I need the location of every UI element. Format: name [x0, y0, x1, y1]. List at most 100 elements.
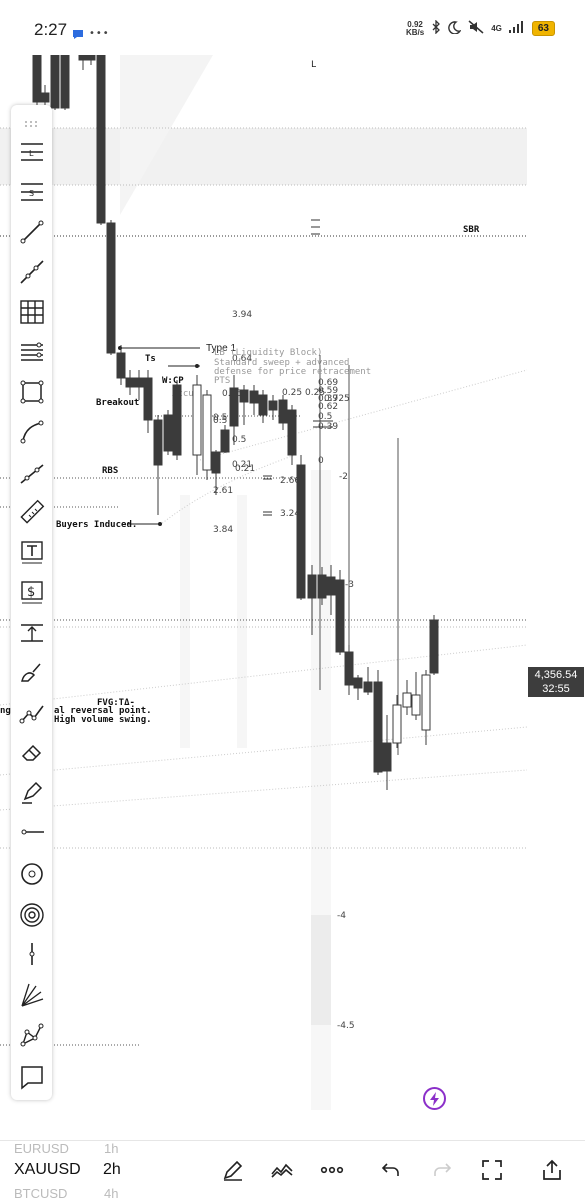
fullscreen-button[interactable] [477, 1155, 507, 1185]
ts-label: Ts [145, 354, 156, 364]
circle-tool[interactable] [15, 857, 48, 890]
svg-text:0.21: 0.21 [235, 464, 255, 474]
high-volume-label: High volume swing. [54, 714, 152, 725]
chart-svg[interactable]: 0.69 0.59 0.39 0.725 0.62 0.5 0.39 0 3.9… [0, 55, 585, 1140]
status-bar: 2:27 ••• 0.92 KB/s 4G 63 [0, 0, 585, 62]
redo-button[interactable] [427, 1155, 457, 1185]
current-price-tag: 4,356.54 32:55 [528, 667, 584, 697]
candle [402, 692, 412, 708]
rbs-label: RBS [102, 466, 118, 476]
trend-line-1 [0, 726, 528, 776]
brush-tool[interactable] [15, 655, 48, 688]
long-position-tool[interactable] [15, 615, 48, 648]
flash-button[interactable] [423, 1087, 446, 1110]
fib-fan-tool[interactable] [15, 978, 48, 1011]
trend-line-2 [0, 769, 528, 811]
candle [211, 451, 221, 474]
undo-button[interactable] [376, 1155, 406, 1185]
bar-countdown: 32:55 [542, 683, 570, 695]
buyers-label: Buyers Induced. [56, 520, 137, 530]
more-button[interactable] [317, 1155, 347, 1185]
breakout-label: Breakout [96, 398, 139, 408]
candle [202, 394, 212, 471]
candle [278, 399, 288, 424]
candle [78, 55, 88, 61]
parallel-channel-tool[interactable] [15, 335, 48, 368]
next-timeframe[interactable]: 4h [104, 1186, 118, 1200]
candle [353, 677, 363, 689]
trend-line-tool[interactable] [15, 215, 48, 248]
indicators-icon [271, 1163, 293, 1178]
prev-symbol[interactable]: EURUSD [14, 1141, 69, 1156]
svg-text:-3: -3 [345, 580, 354, 590]
indicators-button[interactable] [267, 1155, 297, 1185]
next-symbol[interactable]: BTCUSD [14, 1186, 67, 1200]
bluetooth-icon [431, 19, 441, 37]
battery-icon: 63 [531, 21, 555, 36]
eraser-icon [21, 744, 41, 761]
spiral-tool[interactable] [15, 898, 48, 931]
svg-text:3.94: 3.94 [232, 310, 252, 320]
polyline-icon [19, 705, 44, 723]
candle [268, 400, 278, 411]
undo-icon [381, 1163, 399, 1176]
highlighter-tool[interactable] [15, 775, 48, 808]
svg-text:0.25: 0.25 [282, 388, 302, 398]
comment-tool[interactable] [15, 1060, 48, 1093]
candle [172, 384, 182, 456]
drag-handle-icon[interactable] [24, 113, 39, 127]
prev-timeframe[interactable]: 1h [104, 1141, 118, 1156]
svg-text:0.5: 0.5 [213, 413, 227, 423]
status-time: 2:27 [34, 20, 68, 39]
liquidity-block-label: LB (Liquidity Block) [214, 348, 322, 358]
svg-text:0.62: 0.62 [318, 402, 338, 412]
highlighter-icon [21, 781, 42, 804]
grid-tool[interactable] [15, 295, 48, 328]
long-position-icon [20, 623, 43, 642]
eraser-tool[interactable] [15, 735, 48, 768]
svg-text:S: S [29, 189, 34, 198]
chat-icon [72, 25, 84, 44]
candle [335, 579, 345, 653]
candle [326, 576, 336, 596]
horizontal-line-l-tool[interactable]: L [15, 135, 48, 168]
pen-button[interactable] [218, 1155, 248, 1185]
candle [239, 389, 249, 403]
symbol-selector[interactable]: XAUUSD [14, 1161, 81, 1179]
curve-tool[interactable] [15, 415, 48, 448]
horizontal-line-l-icon: L [20, 142, 43, 161]
pts-label: PTS [214, 376, 230, 386]
mute-icon [468, 20, 484, 37]
chart-canvas[interactable]: 0.69 0.59 0.39 0.725 0.62 0.5 0.39 0 3.9… [0, 55, 585, 1140]
brush-icon [20, 663, 41, 682]
timeframe-selector[interactable]: 2h [103, 1161, 121, 1179]
polyline-tool[interactable] [15, 695, 48, 728]
fib-fan-icon [20, 983, 43, 1007]
rectangle-icon [20, 380, 43, 403]
grid-icon [19, 299, 44, 324]
horizontal-ray-icon [21, 829, 44, 834]
network-label: 4G [491, 24, 502, 33]
candle [220, 429, 230, 453]
text-tool[interactable] [15, 535, 48, 568]
price-label-tool[interactable]: $ [15, 575, 48, 608]
rectangle-tool[interactable] [15, 375, 48, 408]
horizontal-line-s-tool[interactable]: S [15, 175, 48, 208]
extended-line-icon [19, 463, 44, 484]
candle [392, 704, 402, 744]
candle [411, 694, 421, 716]
horizontal-ray-tool[interactable] [15, 815, 48, 848]
extended-line-tool[interactable] [15, 455, 48, 488]
ray-tool[interactable] [15, 255, 48, 288]
horizontal-line-s-icon: S [20, 182, 43, 201]
pattern-tool[interactable] [15, 1018, 48, 1051]
share-button[interactable] [537, 1155, 567, 1185]
moon-icon [448, 20, 462, 37]
ruler-tool[interactable] [15, 495, 48, 528]
candle [363, 681, 373, 693]
reversal-prefix: ng [0, 706, 11, 716]
candle [32, 55, 42, 103]
vertical-line-tool[interactable] [15, 937, 48, 970]
curve-icon [20, 420, 43, 443]
vertical-line-icon [29, 942, 34, 965]
